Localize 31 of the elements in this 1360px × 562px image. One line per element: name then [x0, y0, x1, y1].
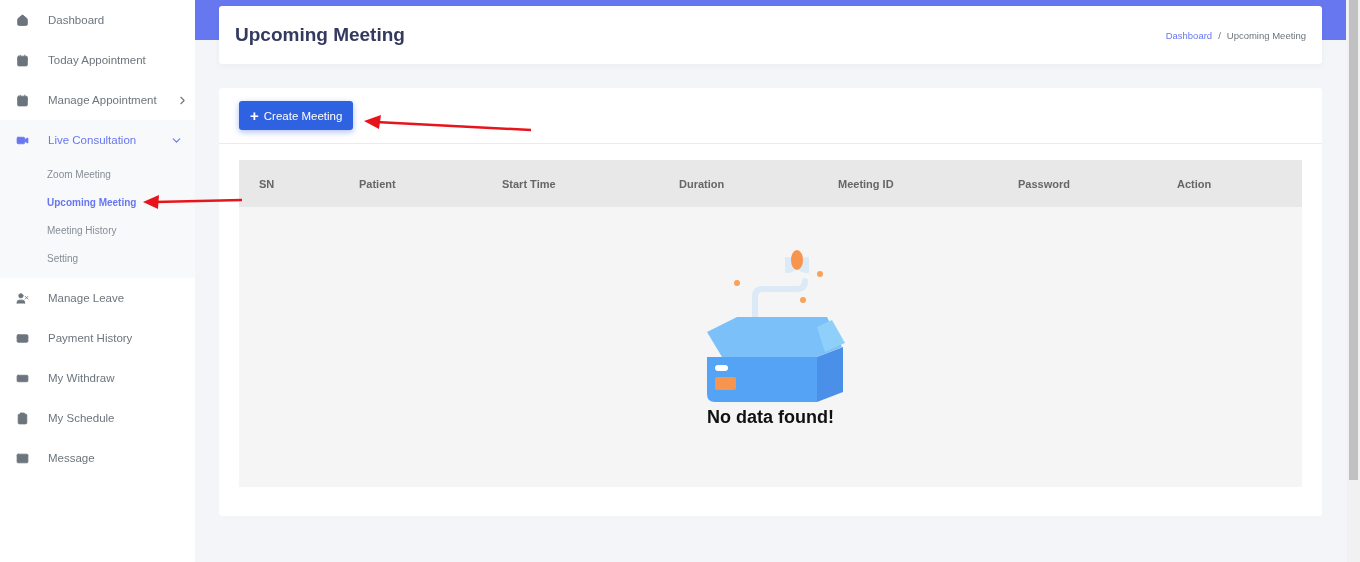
sidebar-item[interactable]: Manage Leave	[0, 278, 195, 318]
home-icon	[16, 13, 29, 27]
sidebar-item[interactable]: Live Consultation	[0, 120, 195, 160]
sidebar-item[interactable]: Dashboard	[0, 0, 195, 40]
column-header: Start Time	[502, 177, 557, 190]
calendar-icon	[16, 53, 29, 67]
breadcrumb-current: Upcoming Meeting	[1226, 29, 1306, 41]
sidebar-item[interactable]: My Withdraw	[0, 358, 195, 398]
empty-message: No data found!	[707, 407, 834, 428]
create-meeting-button[interactable]: + Create Meeting	[239, 101, 354, 130]
column-header: Patient	[359, 177, 397, 190]
user-icon	[16, 291, 29, 305]
sidebar-item[interactable]: Payment History	[0, 318, 195, 358]
sidebar-item[interactable]: Today Appointment	[0, 40, 195, 80]
scrollbar[interactable]	[1347, 0, 1360, 562]
column-header: Meeting ID	[838, 177, 895, 190]
column-header: SN	[259, 177, 276, 190]
breadcrumb-separator: /	[1218, 29, 1221, 41]
submenu-item[interactable]: Zoom Meeting	[0, 160, 195, 188]
sidebar-item[interactable]: Message	[0, 438, 195, 478]
sidebar-item[interactable]: My Schedule	[0, 398, 195, 438]
page-title: Upcoming Meeting	[235, 24, 405, 46]
calendar-icon	[16, 93, 29, 107]
breadcrumb-link[interactable]: Dashboard	[1165, 29, 1213, 41]
column-header: Duration	[679, 177, 726, 190]
column-header: Password	[1018, 177, 1071, 190]
column-header: Action	[1177, 177, 1213, 190]
sidebar-item[interactable]: Manage Appointment	[0, 80, 195, 120]
submenu-item[interactable]: Meeting History	[0, 216, 195, 244]
submenu-item[interactable]: Upcoming Meeting	[0, 188, 195, 216]
submenu-item[interactable]: Setting	[0, 244, 195, 272]
